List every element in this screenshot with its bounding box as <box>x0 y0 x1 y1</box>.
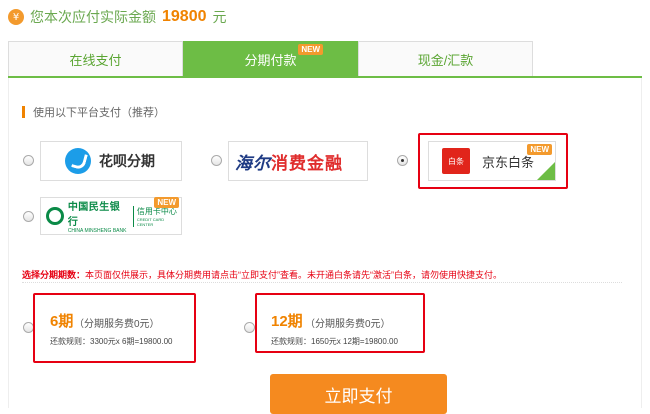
haier-radio[interactable] <box>211 155 222 166</box>
minsheng-name-cn: 中国民生银行 <box>67 202 121 228</box>
haier-logo: 海尔消费金融 <box>235 149 343 174</box>
huabei-label: 花呗分期 <box>99 153 155 169</box>
tab-label: 在线支付 <box>69 52 122 68</box>
haier-label-red: 消费金融 <box>271 153 343 174</box>
minsheng-sub: 信用卡中心 CREDIT CARD CENTER <box>132 205 181 227</box>
section-title-bar <box>22 106 25 118</box>
section-title-text: 使用以下平台支付（推荐） <box>33 107 165 119</box>
minsheng-sub-en: CREDIT CARD CENTER <box>136 216 165 227</box>
haier-label-blue: 海尔 <box>235 153 271 174</box>
installment-notice: 选择分期期数：本页面仅供展示，具体分期费用请点击“立即支付”查看。未开通白条请先… <box>22 268 502 281</box>
platform-minsheng[interactable]: 中国民生银行 CHINA MINSHENG BANK 信用卡中心 CREDIT … <box>40 197 182 235</box>
period-12-radio[interactable] <box>244 322 255 333</box>
jd-radio[interactable] <box>397 155 408 166</box>
amount-value: 19800 <box>162 8 207 25</box>
payment-tabs: 在线支付 分期付款 NEW 现金/汇款 <box>8 41 642 78</box>
platform-huabei[interactable]: 花呗分期 <box>40 141 182 181</box>
amount-prefix: 您本次应付实际金额 <box>30 9 156 25</box>
minsheng-name: 中国民生银行 CHINA MINSHENG BANK <box>68 198 130 234</box>
period-6-highlight-outline <box>33 293 196 363</box>
amount-unit: 元 <box>212 9 227 25</box>
platform-haier[interactable]: 海尔消费金融 <box>228 141 368 181</box>
notice-text: 本页面仅供展示，具体分期费用请点击“立即支付”查看。未开通白条请先“激活”白条，… <box>85 270 503 280</box>
minsheng-radio[interactable] <box>23 211 34 222</box>
pay-now-button[interactable]: 立即支付 <box>270 374 447 414</box>
amount-row: ¥ 您本次应付实际金额 19800 元 <box>8 6 227 28</box>
period-12-highlight-outline <box>255 293 425 353</box>
section-title: 使用以下平台支付（推荐） <box>22 104 165 120</box>
notice-lead: 选择分期期数： <box>22 270 86 280</box>
tab-online-payment[interactable]: 在线支付 <box>8 41 183 76</box>
divider <box>22 282 622 283</box>
new-badge: NEW <box>298 44 323 55</box>
tab-label: 分期付款 <box>244 52 297 68</box>
tab-cash-transfer[interactable]: 现金/汇款 <box>358 41 533 76</box>
tab-installment[interactable]: 分期付款 NEW <box>183 41 358 76</box>
new-badge: NEW <box>154 197 179 208</box>
jd-highlight-outline <box>418 133 568 189</box>
huabei-logo-icon <box>65 148 91 174</box>
tab-label: 现金/汇款 <box>417 52 474 68</box>
yen-icon: ¥ <box>8 9 24 25</box>
minsheng-name-en: CHINA MINSHENG BANK <box>67 228 127 234</box>
minsheng-logo-icon <box>46 207 64 225</box>
huabei-radio[interactable] <box>23 155 34 166</box>
